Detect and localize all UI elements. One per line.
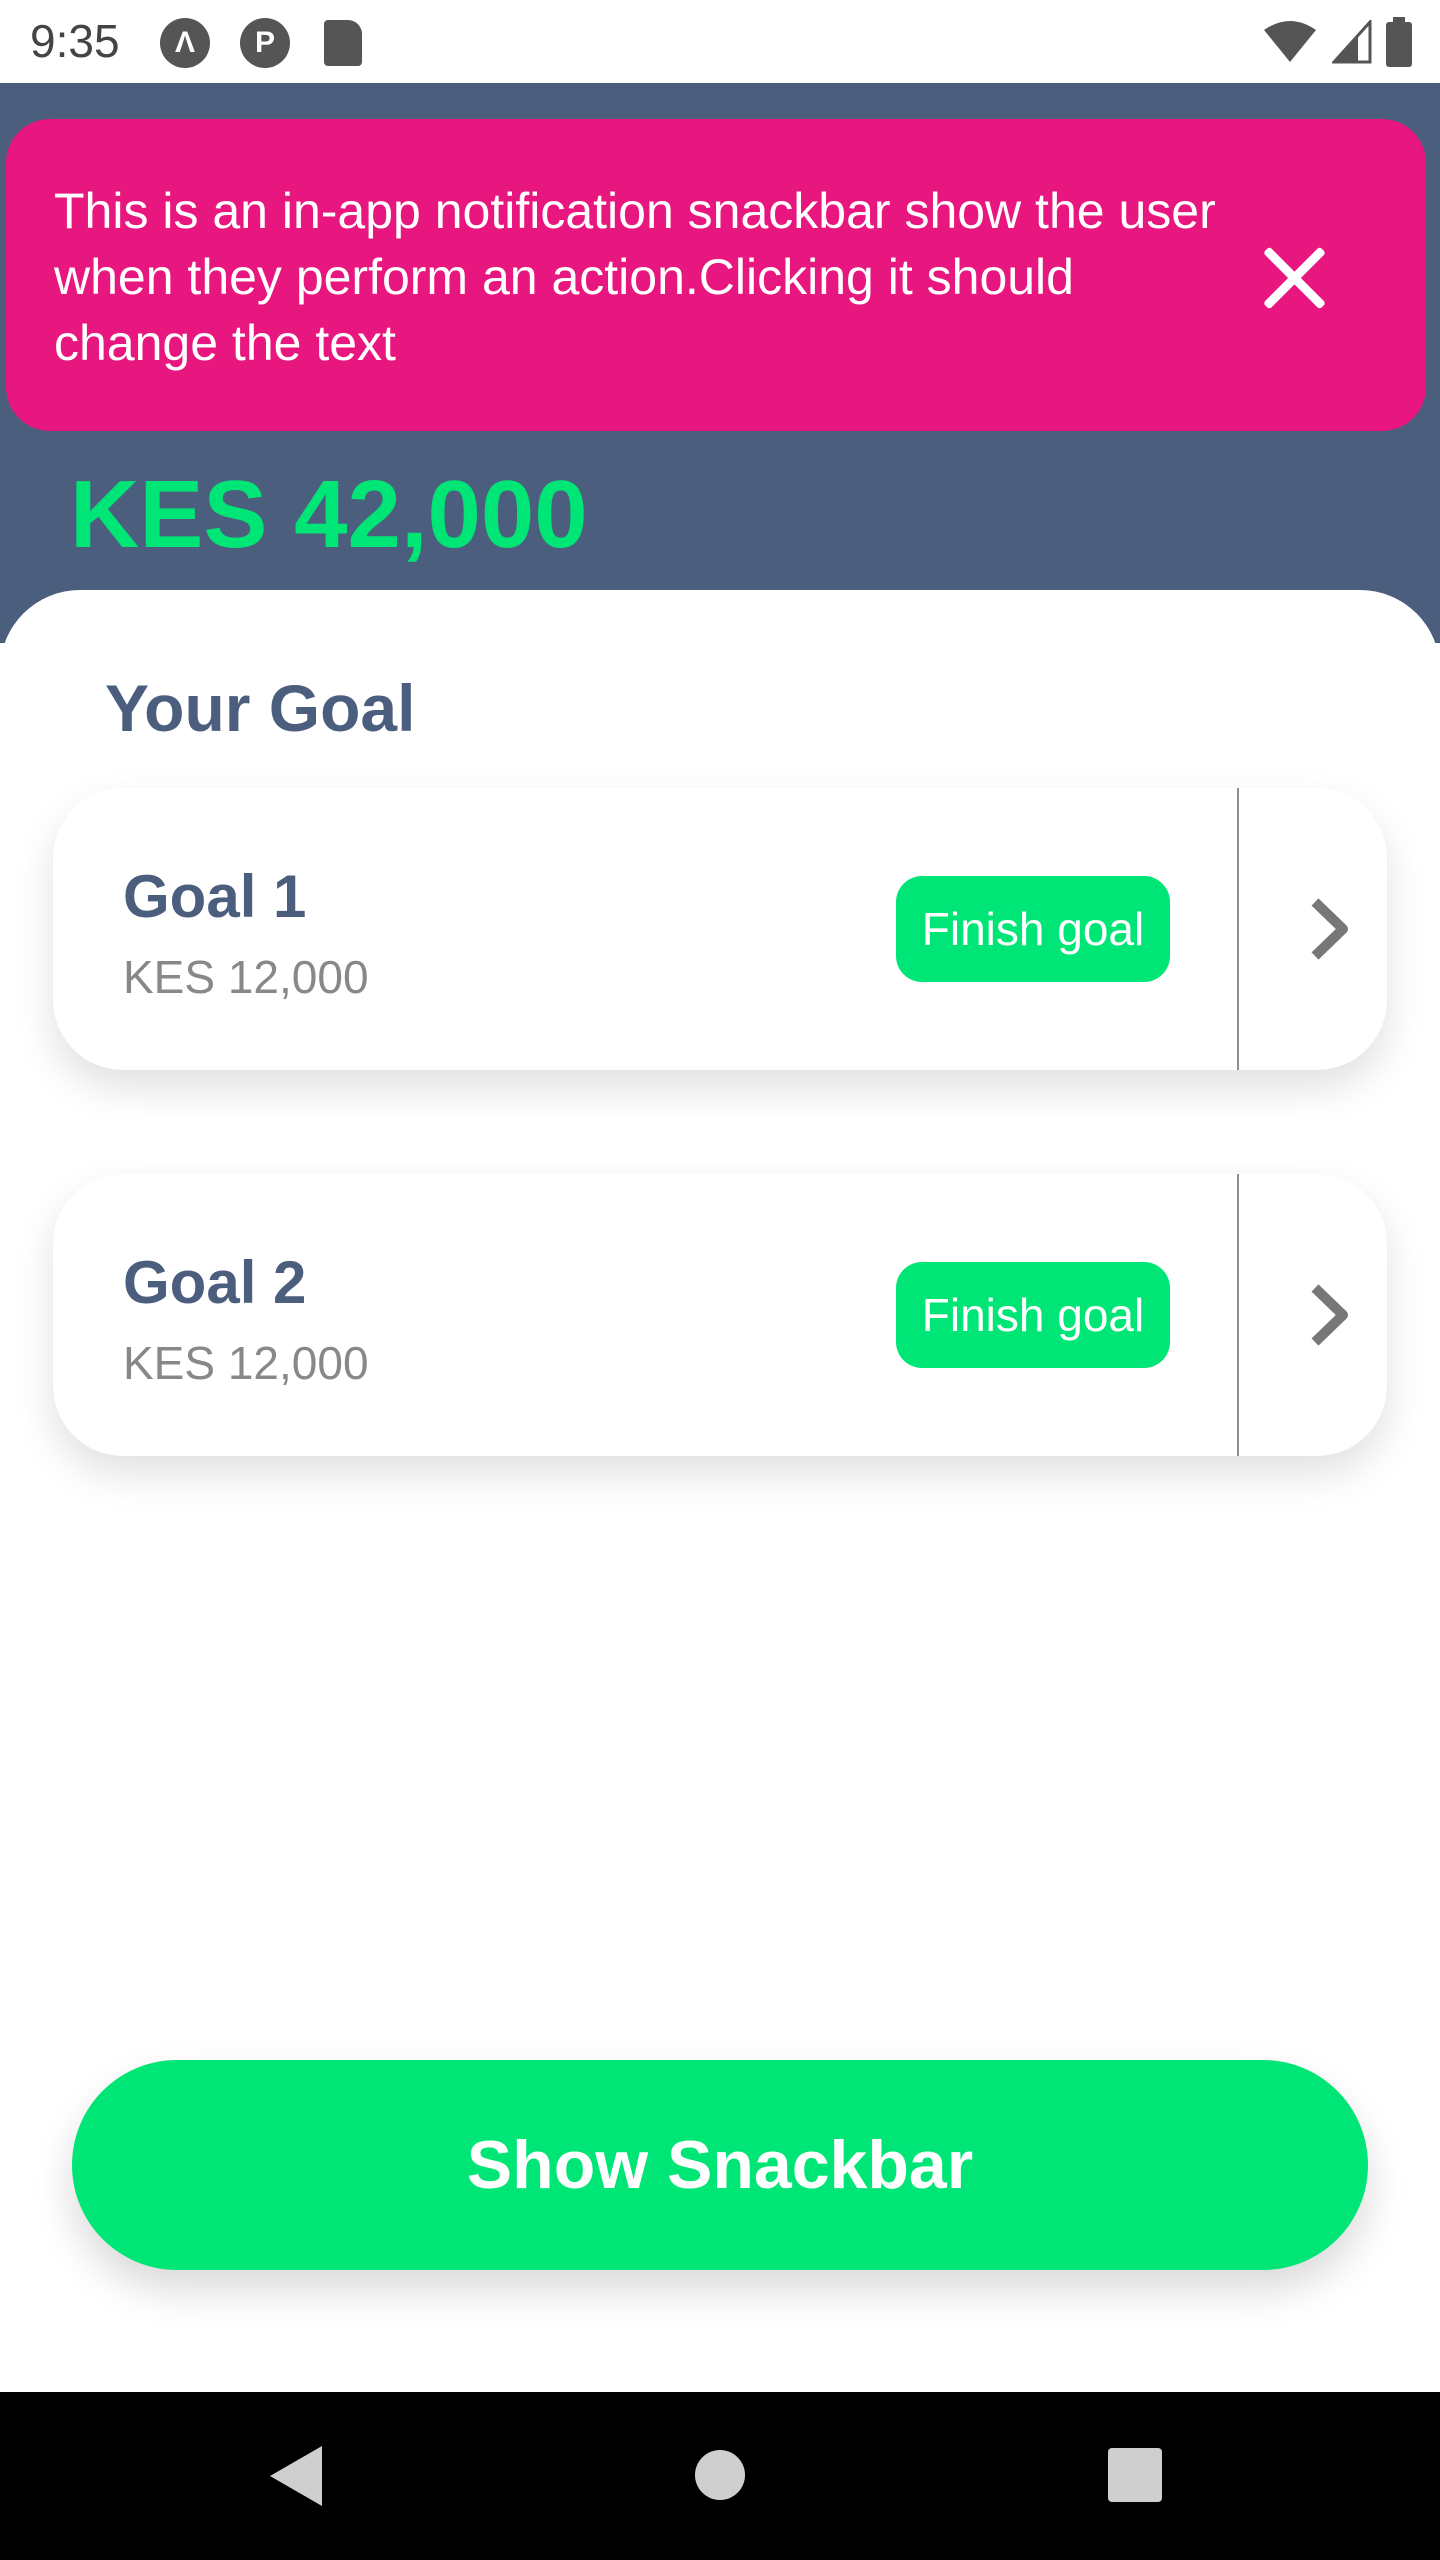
signal-icon xyxy=(1332,20,1372,64)
p-circle-icon: P xyxy=(240,18,290,68)
finish-goal-button[interactable]: Finish goal xyxy=(896,876,1170,982)
chevron-right-icon[interactable] xyxy=(1293,894,1363,964)
goal-amount: KES 12,000 xyxy=(123,951,369,1003)
goal-card[interactable]: Goal 1 KES 12,000 Finish goal xyxy=(53,788,1387,1070)
back-icon[interactable] xyxy=(270,2446,322,2506)
total-balance: KES 42,000 xyxy=(70,461,588,568)
battery-icon xyxy=(1386,17,1412,67)
goal-name: Goal 2 xyxy=(123,1249,307,1316)
recent-apps-icon[interactable] xyxy=(1108,2448,1162,2502)
finish-goal-button[interactable]: Finish goal xyxy=(896,1262,1170,1368)
status-time: 9:35 xyxy=(30,15,120,67)
snackbar-message[interactable]: This is an in-app notification snackbar … xyxy=(54,178,1234,376)
status-bar: 9:35 Λ P xyxy=(0,0,1440,83)
chevron-right-icon[interactable] xyxy=(1293,1280,1363,1350)
wifi-icon xyxy=(1264,21,1316,62)
a-circle-icon: Λ xyxy=(160,18,210,68)
goal-name: Goal 1 xyxy=(123,863,307,930)
card-divider xyxy=(1237,788,1239,1070)
show-snackbar-button[interactable]: Show Snackbar xyxy=(72,2060,1368,2270)
card-divider xyxy=(1237,1174,1239,1456)
goal-card[interactable]: Goal 2 KES 12,000 Finish goal xyxy=(53,1174,1387,1456)
home-icon[interactable] xyxy=(695,2450,745,2500)
sd-card-icon xyxy=(324,20,362,66)
close-icon[interactable] xyxy=(1250,240,1340,316)
section-title: Your Goal xyxy=(105,671,416,745)
goal-amount: KES 12,000 xyxy=(123,1337,369,1389)
status-indicators xyxy=(1262,14,1412,70)
